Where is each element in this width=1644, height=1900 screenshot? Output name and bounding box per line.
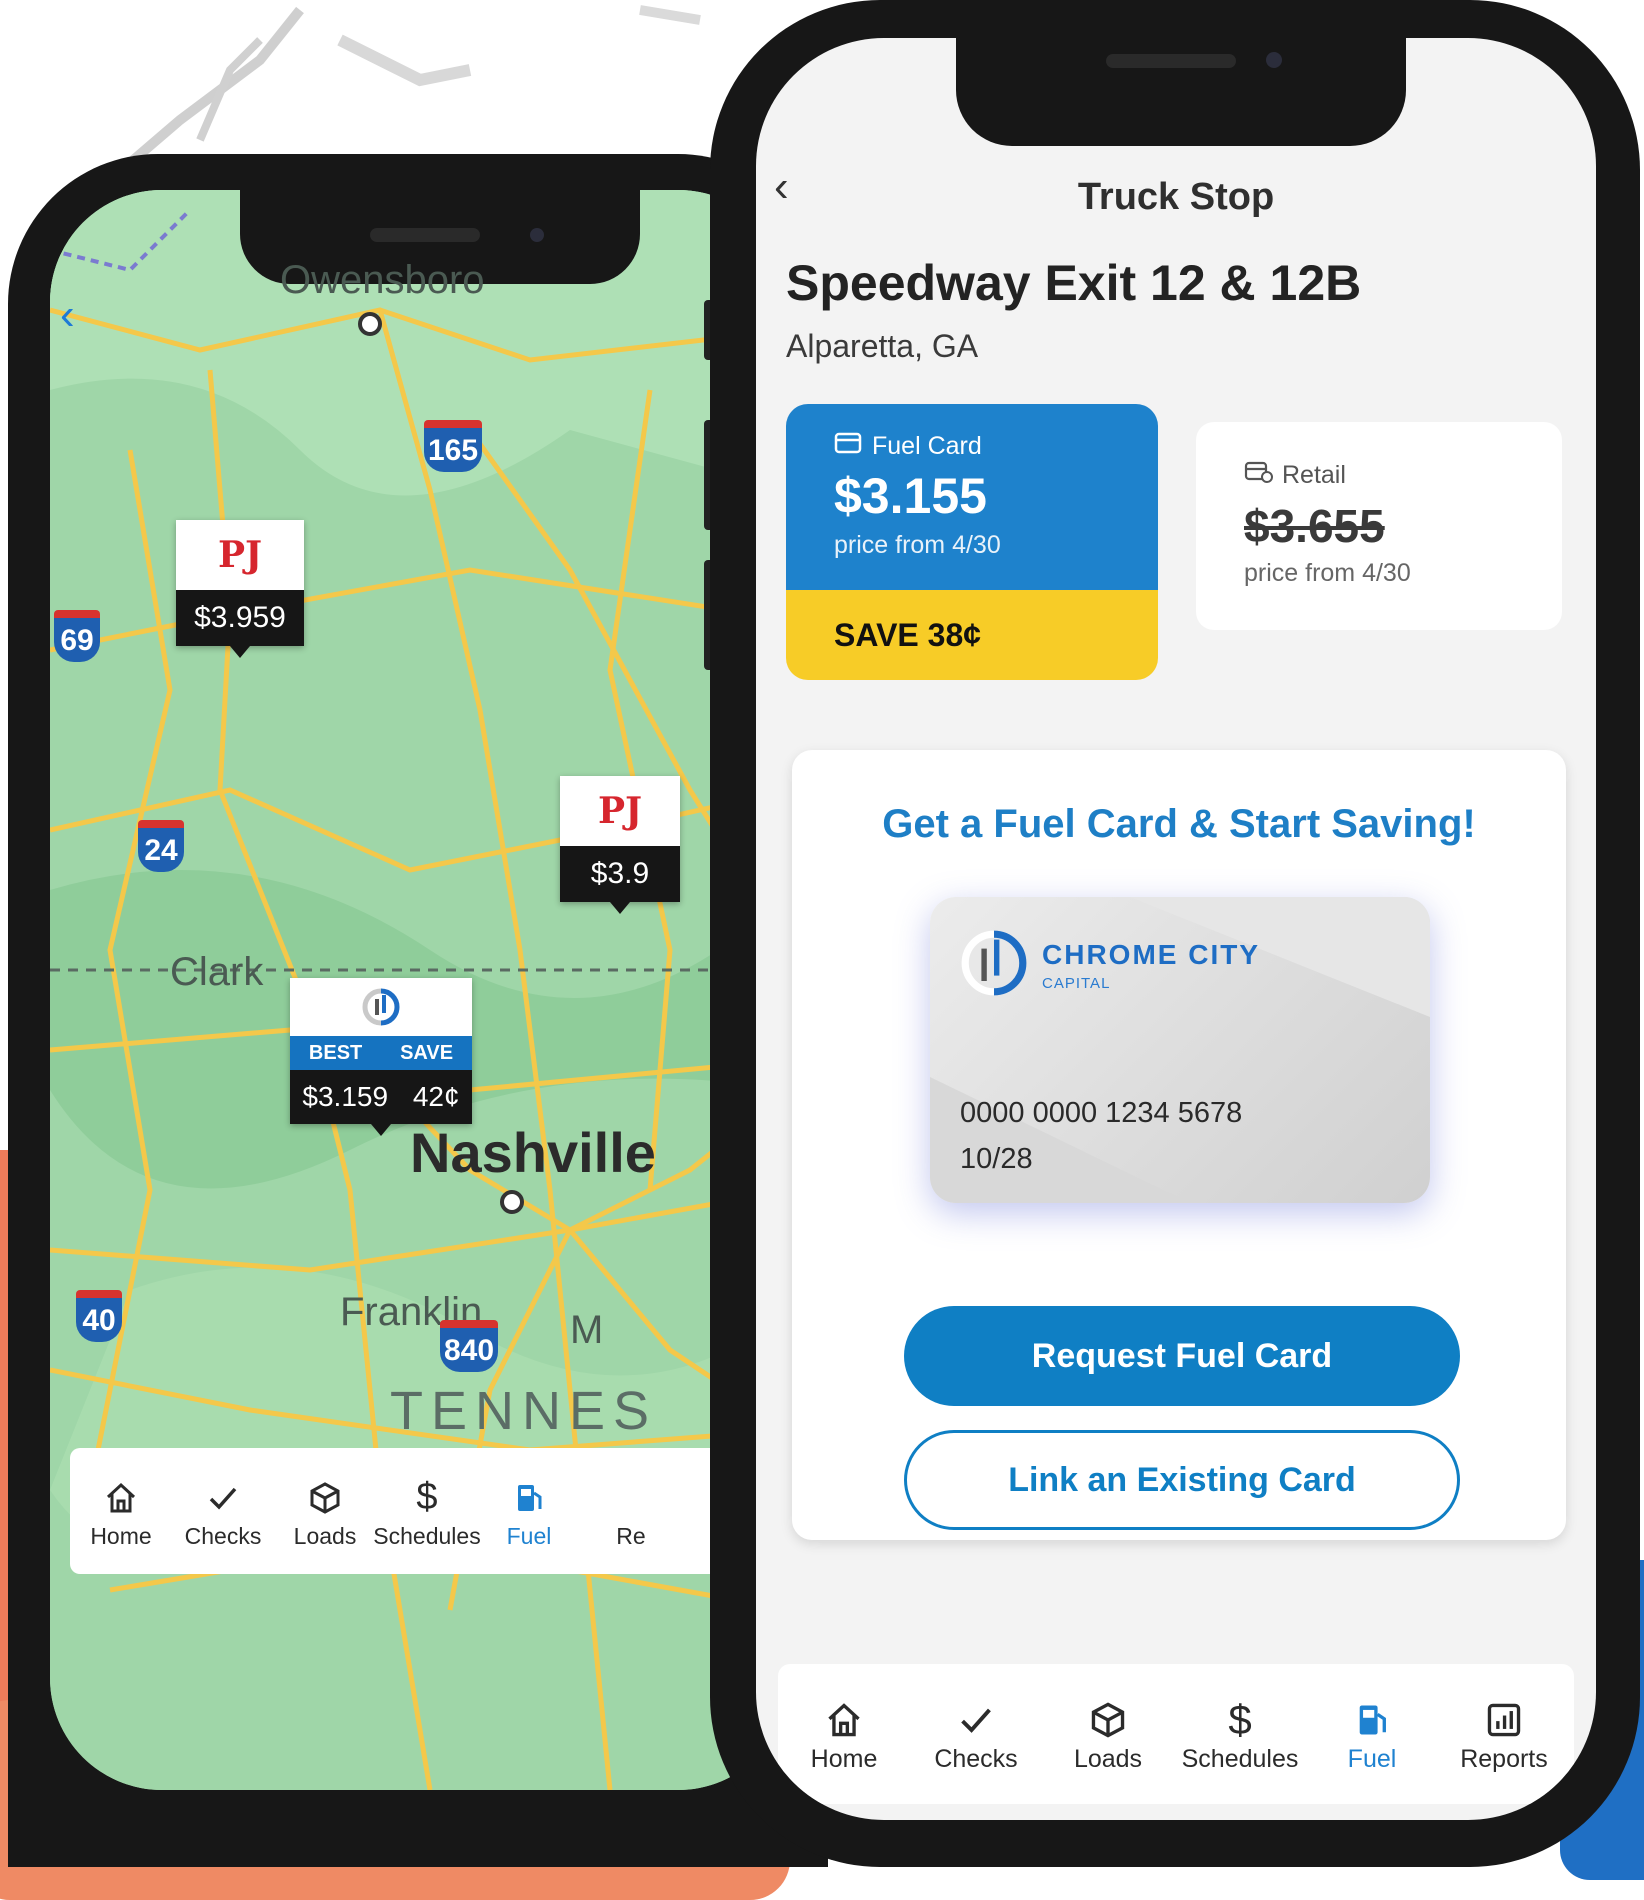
dollar-icon: $ xyxy=(416,1476,438,1518)
tab-label: Checks xyxy=(934,1744,1018,1773)
detail-screen: ‹ Truck Stop Speedway Exit 12 & 12B Alpa… xyxy=(756,38,1596,1820)
best-label: BEST xyxy=(308,1042,363,1064)
city-label-owensboro: Owensboro xyxy=(280,258,485,302)
fuel-pump-icon xyxy=(1353,1695,1391,1745)
pilot-logo-icon: PJ xyxy=(597,790,643,832)
page-title: Truck Stop xyxy=(1077,176,1275,218)
tab-label: Checks xyxy=(184,1522,262,1549)
city-dot xyxy=(500,1190,524,1214)
phone-detail: ‹ Truck Stop Speedway Exit 12 & 12B Alpa… xyxy=(710,0,1640,1867)
request-fuel-card-button[interactable]: Request Fuel Card xyxy=(904,1306,1460,1406)
fuel-card-price: $3.155 xyxy=(834,468,987,524)
fuel-card-label: Fuel Card xyxy=(872,432,982,460)
tab-label: Fuel xyxy=(506,1522,552,1549)
city-label-nashville: Nashville xyxy=(410,1121,656,1184)
interstate-shield: 165 xyxy=(424,420,482,472)
retail-price-panel: Retail $3.655 price from 4/30 xyxy=(1196,422,1562,630)
tab-reports[interactable]: Reports xyxy=(1438,1664,1570,1804)
fuel-card-price-date: price from 4/30 xyxy=(834,531,1001,559)
pilot-logo-icon: PJ xyxy=(217,534,263,576)
pin-tail xyxy=(610,902,630,914)
home-icon xyxy=(104,1473,138,1523)
pin-price: $3.959 xyxy=(176,590,304,646)
link-existing-card-button[interactable]: Link an Existing Card xyxy=(904,1430,1460,1530)
interstate-shield: 69 xyxy=(54,610,100,662)
card-expiry: 10/28 xyxy=(960,1143,1033,1175)
tab-label: Schedules xyxy=(373,1522,481,1549)
tab-label: Home xyxy=(810,1744,878,1773)
speaker xyxy=(1106,54,1236,68)
box-icon xyxy=(1089,1695,1127,1745)
tab-loads[interactable]: Loads xyxy=(1042,1664,1174,1804)
tab-schedules[interactable]: $ Schedules xyxy=(373,1448,481,1574)
tab-label: Loads xyxy=(1073,1744,1143,1773)
camera xyxy=(1266,52,1282,68)
save-amount: 42¢ xyxy=(412,1081,460,1112)
pin-price: $3.9 xyxy=(560,846,680,902)
tab-label: Reports xyxy=(1460,1744,1548,1773)
tab-label: Loads xyxy=(293,1522,357,1549)
savings-badge: SAVE 38¢ xyxy=(786,590,1158,680)
pin-tail xyxy=(230,646,250,658)
camera xyxy=(530,228,544,242)
tab-fuel[interactable]: Fuel xyxy=(1306,1664,1438,1804)
interstate-shield: 840 xyxy=(440,1320,498,1372)
best-price: $3.159 xyxy=(302,1081,389,1112)
fuel-card-promo: Get a Fuel Card & Start Saving! CHROME C… xyxy=(792,750,1566,1540)
dollar-icon: $ xyxy=(1228,1695,1252,1743)
card-brand: CHROME CITY xyxy=(1042,939,1260,970)
bottom-tab-bar: Home Checks Loads $ Schedules xyxy=(70,1448,790,1574)
tab-checks[interactable]: Checks xyxy=(910,1664,1042,1804)
tab-checks[interactable]: Checks xyxy=(172,1448,274,1574)
tab-label: Schedules xyxy=(1181,1744,1299,1773)
reports-icon xyxy=(1485,1695,1523,1745)
station-pin[interactable]: PJ $3.959 xyxy=(176,520,304,658)
card-number: 0000 0000 1234 5678 xyxy=(960,1097,1243,1129)
card-brand-sub: CAPITAL xyxy=(1042,975,1111,992)
tab-label: Fuel xyxy=(1347,1744,1397,1773)
retail-price: $3.655 xyxy=(1244,500,1385,552)
best-station-pin[interactable]: BEST SAVE $3.159 42¢ xyxy=(290,978,472,1136)
state-label: TENNES xyxy=(390,1381,658,1441)
tab-schedules[interactable]: $ Schedules xyxy=(1174,1664,1306,1804)
map-screen: ‹ Owensboro Clark Nashville Franklin M T… xyxy=(50,190,790,1790)
station-pin[interactable]: PJ $3.9 xyxy=(560,776,680,914)
tab-reports[interactable]: Re xyxy=(580,1448,682,1574)
retail-label: Retail xyxy=(1282,461,1346,489)
tab-loads[interactable]: Loads xyxy=(274,1448,376,1574)
notch xyxy=(956,38,1406,146)
retail-price-date: price from 4/30 xyxy=(1244,559,1411,587)
fuel-card-price-panel: Fuel Card $3.155 price from 4/30 SAVE 38… xyxy=(786,404,1158,680)
interstate-shield: 24 xyxy=(138,820,184,872)
pin-tail xyxy=(371,1124,391,1136)
fuel-pump-icon xyxy=(512,1473,546,1523)
bottom-tab-bar: Home Checks Loads $ Schedules xyxy=(778,1664,1574,1804)
promo-title: Get a Fuel Card & Start Saving! xyxy=(882,802,1476,846)
phone-map: ‹ Owensboro Clark Nashville Franklin M T… xyxy=(8,154,828,1867)
receipt-icon xyxy=(1244,460,1274,491)
box-icon xyxy=(308,1473,342,1523)
interstate-shield: 40 xyxy=(76,1290,122,1342)
speaker xyxy=(370,228,480,242)
tab-label: Home xyxy=(90,1522,152,1549)
city-label-clarksville: Clark xyxy=(170,950,264,994)
city-label-m: M xyxy=(570,1308,604,1352)
tab-label: Re xyxy=(616,1522,646,1549)
tab-home[interactable]: Home xyxy=(778,1664,910,1804)
tab-home[interactable]: Home xyxy=(70,1448,172,1574)
save-label: SAVE xyxy=(400,1042,454,1064)
credit-card-icon xyxy=(834,432,862,461)
chrome-city-logo-icon xyxy=(958,927,1030,1004)
chrome-city-logo-icon xyxy=(290,978,472,1036)
check-icon xyxy=(957,1695,995,1745)
back-arrow-icon[interactable]: ‹ xyxy=(60,290,75,340)
check-icon xyxy=(206,1473,240,1523)
station-location: Alparetta, GA xyxy=(786,328,979,364)
city-dot xyxy=(358,312,382,336)
fuel-card-image: CHROME CITY CAPITAL 0000 0000 1234 5678 … xyxy=(930,897,1430,1203)
home-icon xyxy=(825,1695,863,1745)
station-name: Speedway Exit 12 & 12B xyxy=(786,255,1362,311)
tab-fuel[interactable]: Fuel xyxy=(478,1448,580,1574)
